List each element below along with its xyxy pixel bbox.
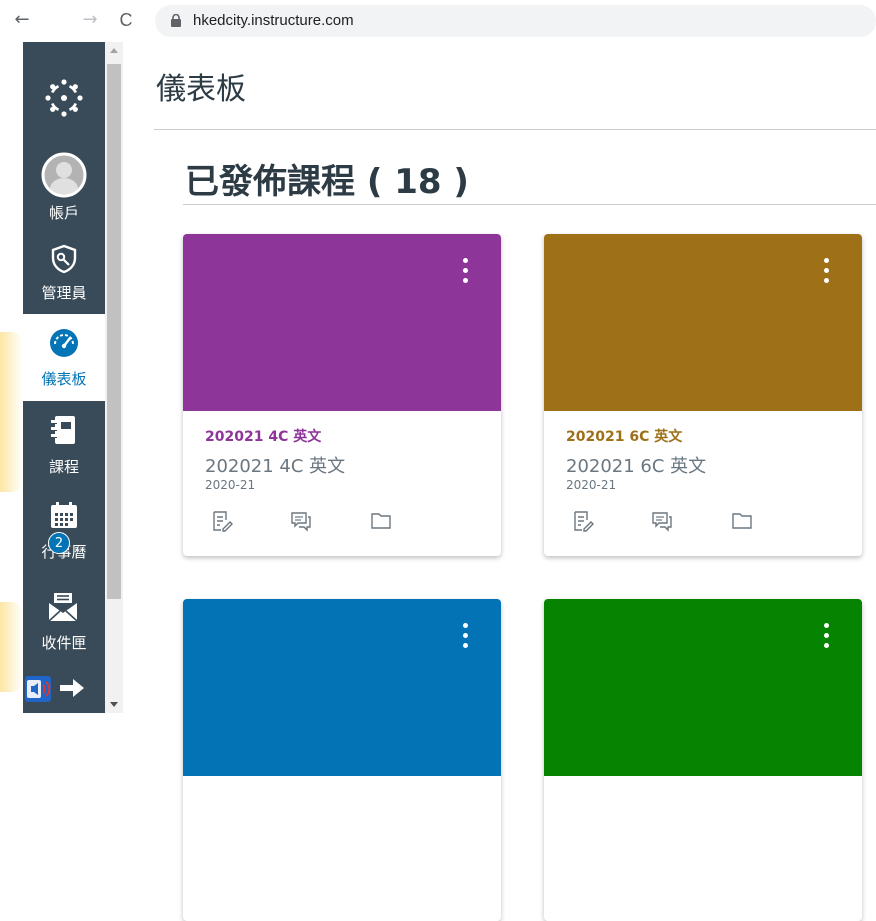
card-options-icon[interactable]: [463, 258, 469, 286]
course-card[interactable]: [183, 599, 501, 921]
edge-glow: [0, 602, 23, 692]
course-card[interactable]: 202021 4C 英文 202021 4C 英文 2020-21: [183, 234, 501, 556]
nav-label: 收件匣: [41, 634, 87, 652]
course-short-name[interactable]: 202021 4C 英文: [205, 426, 321, 446]
discussions-icon[interactable]: [290, 510, 312, 532]
card-options-icon[interactable]: [824, 623, 830, 651]
edge-glow: [0, 332, 23, 492]
inbox-unread-badge: 2: [48, 532, 70, 554]
course-card[interactable]: 202021 6C 英文 202021 6C 英文 2020-21: [544, 234, 862, 556]
course-card-hero[interactable]: [544, 234, 862, 411]
course-name: 202021 6C 英文: [566, 456, 707, 477]
course-card[interactable]: [544, 599, 862, 921]
course-card-hero[interactable]: [183, 234, 501, 411]
nav-label: 帳戶: [48, 204, 79, 222]
assignments-icon[interactable]: [211, 510, 233, 532]
nav-label: 管理員: [41, 284, 87, 302]
sidebar-scrollbar[interactable]: [105, 42, 123, 713]
page-title: 儀表板: [156, 72, 246, 107]
canvas-logo-icon: [45, 79, 83, 117]
back-button[interactable]: ←: [10, 8, 34, 32]
courses-book-icon: [51, 416, 75, 444]
nav-item-inbox[interactable]: 收件匣: [23, 577, 105, 667]
files-folder-icon[interactable]: [731, 510, 753, 532]
dashboard-gauge-icon: [50, 329, 78, 357]
course-term: 2020-21: [205, 478, 256, 492]
nav-item-admin[interactable]: 管理員: [23, 234, 105, 314]
course-card-hero[interactable]: [544, 599, 862, 776]
address-bar[interactable]: hkedcity.instructure.com: [155, 5, 876, 37]
readspeaker-button[interactable]: [25, 676, 51, 702]
nav-label: 課程: [48, 458, 79, 476]
left-edge-strip: [0, 42, 23, 713]
scroll-up-arrow[interactable]: [110, 48, 118, 53]
main-content: 儀表板 已發佈課程 ( 18 ) 202021 4C 英文 202021 4C …: [123, 42, 876, 921]
history-arrow-icon: [57, 679, 84, 697]
course-short-name[interactable]: 202021 6C 英文: [566, 426, 682, 446]
global-nav-sidebar: 帳戶 管理員 儀表板 課程 收件匣: [23, 42, 105, 713]
speaker-icon: [27, 680, 51, 698]
discussions-icon[interactable]: [651, 510, 673, 532]
calendar-icon: [51, 502, 77, 528]
header-divider: [154, 129, 876, 130]
assignments-icon[interactable]: [572, 510, 594, 532]
lock-icon: [171, 14, 181, 27]
scroll-thumb[interactable]: [107, 64, 121, 599]
card-options-icon[interactable]: [463, 623, 469, 651]
course-term: 2020-21: [566, 478, 617, 492]
files-folder-icon[interactable]: [370, 510, 392, 532]
nav-item-account[interactable]: 帳戶: [23, 142, 105, 234]
browser-toolbar: ← → C hkedcity.instructure.com: [0, 0, 876, 42]
url-text: hkedcity.instructure.com: [193, 12, 354, 29]
nav-item-dashboard[interactable]: 儀表板: [23, 314, 105, 401]
inbox-icon: [48, 593, 78, 622]
course-card-hero[interactable]: [183, 599, 501, 776]
canvas-logo-link[interactable]: [23, 42, 105, 142]
scroll-down-arrow[interactable]: [110, 702, 118, 707]
admin-shield-icon: [51, 244, 77, 274]
avatar-icon: [41, 152, 87, 198]
section-divider: [183, 204, 876, 205]
reload-button[interactable]: C: [114, 8, 138, 32]
forward-button[interactable]: →: [78, 8, 102, 32]
nav-label: 儀表板: [41, 370, 87, 388]
nav-item-courses[interactable]: 課程: [23, 401, 105, 489]
published-courses-heading: 已發佈課程 ( 18 ): [185, 162, 469, 202]
card-options-icon[interactable]: [824, 258, 830, 286]
course-name: 202021 4C 英文: [205, 456, 346, 477]
